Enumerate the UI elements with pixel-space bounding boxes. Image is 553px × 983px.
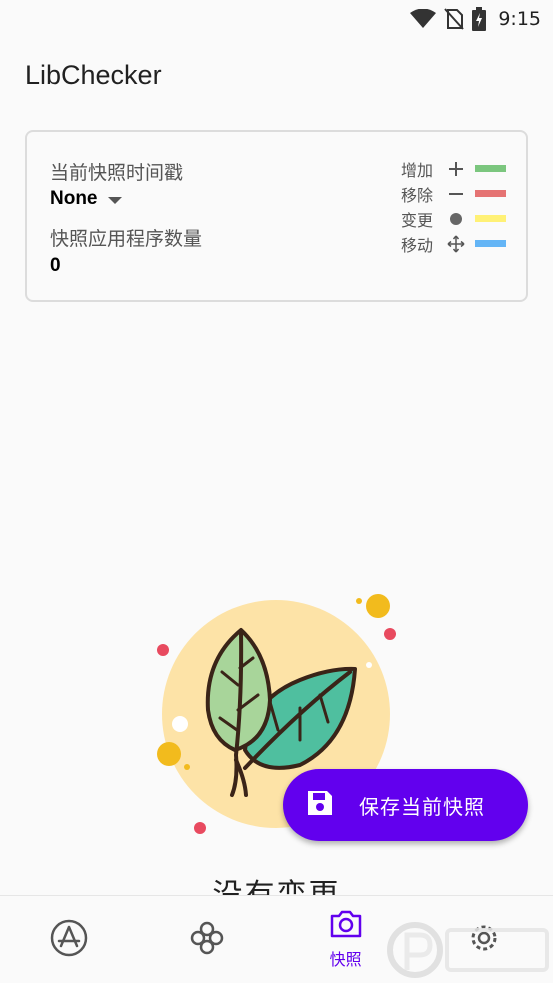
save-snapshot-button[interactable]: 保存当前快照: [283, 769, 528, 841]
status-bar: 9:15: [0, 0, 553, 38]
legend-color-bar: [475, 190, 506, 197]
nav-label-snapshot: 快照: [329, 950, 362, 969]
dropdown-arrow-icon: [107, 196, 122, 204]
legend-color-bar: [475, 215, 506, 222]
wifi-icon: [410, 9, 437, 29]
legend-label: 移除: [401, 185, 434, 205]
camera-icon: [329, 909, 363, 943]
timestamp-label: 当前快照时间戳: [50, 162, 184, 184]
legend-added: 增加: [401, 156, 511, 181]
move-icon: [445, 235, 467, 253]
legend-color-bar: [475, 165, 506, 172]
nav-item-statistics[interactable]: [138, 896, 276, 983]
legend-color-bar: [475, 240, 506, 247]
app-count-label: 快照应用程序数量: [50, 228, 203, 250]
clock: 9:15: [498, 8, 541, 30]
timestamp-dropdown[interactable]: None: [50, 188, 122, 210]
dot-icon: [445, 212, 467, 226]
watermark-logo: [387, 922, 549, 978]
legend-changed: 变更: [401, 206, 511, 231]
legend-label: 增加: [401, 160, 434, 180]
app-count-value: 0: [50, 255, 61, 276]
snapshot-info-card: 当前快照时间戳 None 快照应用程序数量 0 增加 移除 变更 移动: [25, 130, 528, 302]
no-sim-icon: [444, 8, 465, 30]
legend-removed: 移除: [401, 181, 511, 206]
legend-label: 变更: [401, 210, 434, 230]
timestamp-value: None: [50, 188, 98, 209]
nav-item-app-list[interactable]: [0, 896, 138, 983]
legend-label: 移动: [401, 235, 434, 255]
battery-charging-icon: [472, 7, 487, 31]
app-store-icon: [49, 918, 89, 962]
save-snapshot-label: 保存当前快照: [359, 794, 485, 819]
flower-icon: [188, 919, 226, 961]
change-legend: 增加 移除 变更 移动: [401, 156, 511, 256]
plus-icon: [445, 161, 467, 177]
legend-moved: 移动: [401, 231, 511, 256]
save-icon: [305, 788, 335, 822]
app-title: LibChecker: [25, 60, 162, 90]
minus-icon: [445, 186, 467, 202]
